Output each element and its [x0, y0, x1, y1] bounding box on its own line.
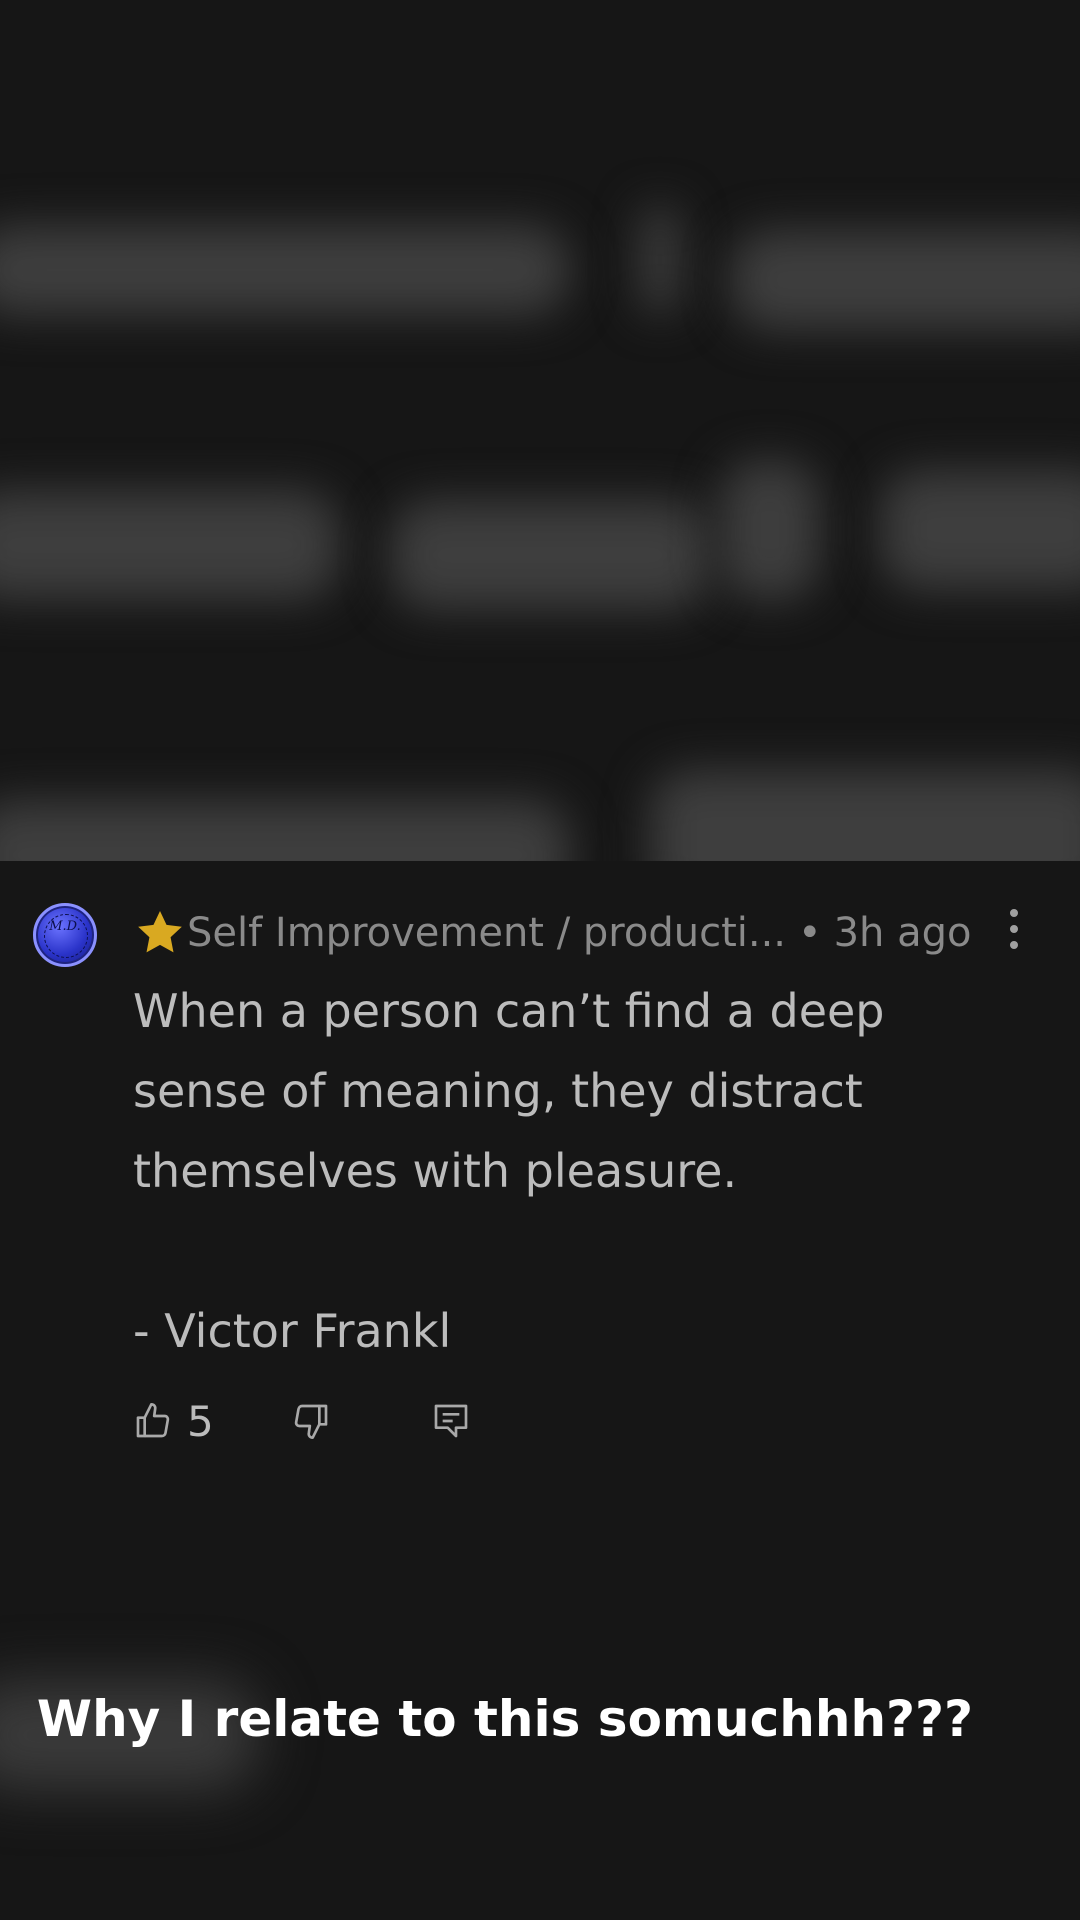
avatar-monogram: M.D.: [49, 919, 81, 934]
meta-separator: •: [798, 910, 822, 956]
like-count: 5: [187, 1396, 214, 1446]
video-caption: Why I relate to this somuchhh???: [36, 1690, 974, 1748]
star-icon: [138, 910, 182, 953]
thumbs-up-icon[interactable]: [133, 1401, 173, 1441]
more-dot: [1010, 941, 1018, 949]
more-dot: [1010, 925, 1018, 933]
post-actions: 5: [133, 1391, 471, 1451]
post-time: 3h ago: [833, 910, 972, 956]
post-meta: Self Improvement / producti... • 3h ago: [133, 905, 972, 961]
post-body: When a person can’t find a deep sense of…: [133, 971, 993, 1371]
thumbs-down-icon[interactable]: [291, 1401, 331, 1441]
comment-icon[interactable]: [431, 1401, 471, 1441]
more-vertical-icon: [1010, 909, 1018, 917]
post-attribution: - Victor Frankl: [133, 1304, 452, 1358]
avatar[interactable]: M.D.: [33, 903, 97, 967]
post-quote: When a person can’t find a deep sense of…: [133, 984, 885, 1198]
community-name[interactable]: Self Improvement / producti...: [187, 910, 786, 956]
more-options-button[interactable]: [1000, 907, 1028, 951]
blurred-background-image: [0, 0, 1080, 861]
